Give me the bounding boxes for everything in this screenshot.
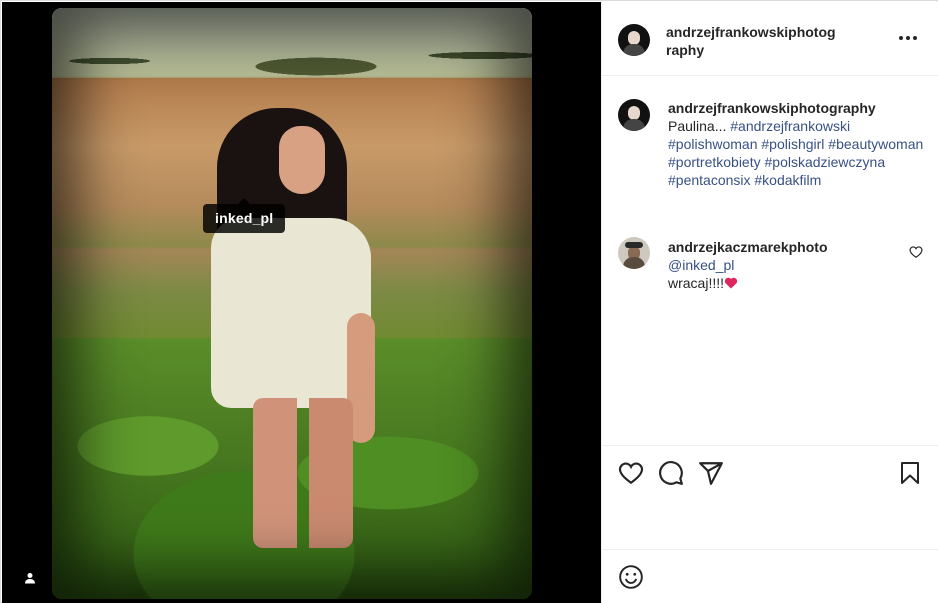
emoji-icon [618, 564, 644, 590]
caption-avatar[interactable] [618, 99, 650, 131]
comment-composer[interactable] [602, 549, 938, 603]
caption-text: Paulina... [668, 118, 727, 134]
more-horizontal-icon [898, 35, 918, 41]
caption-username[interactable]: andrzejfrankowskiphotography [668, 100, 876, 116]
author-username[interactable]: andrzejfrankowskiphotography [666, 23, 836, 59]
comment-icon [658, 460, 686, 486]
post-actions-bar [602, 445, 938, 550]
comment-mention[interactable]: @inked_pl [668, 257, 734, 273]
comment-text-block: andrzejkaczmarekphoto @inked_pl wracaj!!… [668, 238, 893, 292]
emoji-button[interactable] [618, 564, 644, 590]
commenter-avatar[interactable] [618, 237, 650, 269]
like-button[interactable] [618, 460, 646, 488]
user-tag-label[interactable]: inked_pl [203, 198, 286, 233]
red-heart-emoji-icon [724, 275, 738, 291]
comment-text: wracaj!!!! [668, 275, 725, 291]
user-icon [24, 572, 36, 584]
post-photo[interactable] [52, 8, 532, 599]
save-button[interactable] [898, 460, 926, 488]
share-icon [698, 460, 726, 486]
share-button[interactable] [698, 460, 726, 488]
heart-outline-icon [909, 245, 923, 259]
comment-like-button[interactable] [909, 245, 923, 259]
user-tags-button[interactable] [16, 564, 44, 592]
author-avatar[interactable] [618, 24, 650, 56]
more-options-button[interactable] [896, 26, 920, 50]
post-sidebar: andrzejfrankowskiphotography andrzejfran… [601, 2, 938, 603]
comment-button[interactable] [658, 460, 686, 488]
bookmark-icon [898, 460, 926, 486]
post-media[interactable]: inked_pl [2, 2, 601, 603]
post-dialog: inked_pl andrzejfrankowskiphotography an… [0, 0, 938, 603]
heart-icon [618, 460, 646, 486]
comment-username[interactable]: andrzejkaczmarekphoto [668, 239, 828, 255]
post-header: andrzejfrankowskiphotography [602, 2, 938, 76]
caption-text-block: andrzejfrankowskiphotography Paulina... … [668, 99, 928, 189]
